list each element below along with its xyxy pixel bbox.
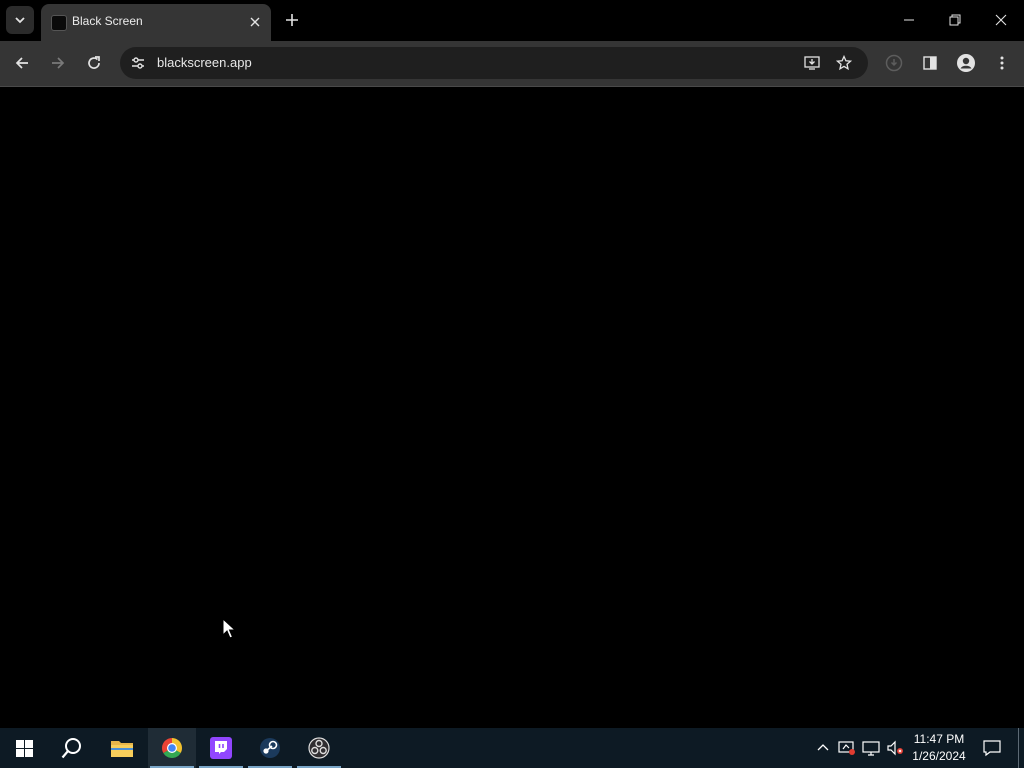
tray-network[interactable]: [860, 728, 882, 768]
start-button[interactable]: [0, 728, 48, 768]
site-info-button[interactable]: [128, 53, 148, 73]
search-icon: [61, 738, 81, 759]
chevron-down-icon: [15, 17, 25, 24]
windows-taskbar: 11:47 PM 1/26/2024: [0, 728, 1024, 768]
black-screen-page[interactable]: [0, 87, 1024, 728]
browser-toolbar: blackscreen.app: [0, 41, 1024, 86]
side-panel-button[interactable]: [916, 49, 944, 77]
taskbar-twitch[interactable]: [197, 728, 245, 768]
extension-icon: [885, 54, 903, 72]
tab-title: Black Screen: [72, 14, 143, 28]
tab-search-button[interactable]: [6, 6, 34, 34]
plus-icon: [286, 14, 298, 26]
tune-icon: [132, 57, 144, 69]
volume-muted-icon: [887, 740, 903, 756]
obs-icon: [308, 737, 330, 759]
profile-icon: [957, 54, 975, 72]
kebab-menu-icon: [1000, 56, 1004, 70]
network-icon: [862, 741, 880, 756]
twitch-icon: [210, 737, 232, 759]
tab-close-button[interactable]: [245, 12, 265, 32]
notification-icon: [983, 740, 1001, 757]
tab-black-screen[interactable]: Black Screen: [41, 4, 271, 41]
chevron-up-icon: [817, 744, 829, 751]
profile-button[interactable]: [952, 49, 980, 77]
taskbar-obs[interactable]: [295, 728, 343, 768]
back-button[interactable]: [8, 49, 36, 77]
clock-time: 11:47 PM: [913, 732, 965, 746]
arrow-right-icon: [52, 57, 65, 69]
browser-menu-button[interactable]: [988, 49, 1016, 77]
device-icon: [838, 741, 855, 755]
restore-button[interactable]: [932, 0, 978, 40]
tab-strip: Black Screen: [0, 0, 1024, 41]
taskbar-search-button[interactable]: [48, 728, 96, 768]
reload-button[interactable]: [80, 49, 108, 77]
new-tab-button[interactable]: [280, 8, 304, 32]
arrow-left-icon: [15, 57, 28, 69]
black-square-favicon: [51, 15, 67, 31]
tray-volume[interactable]: [884, 728, 906, 768]
side-panel-icon: [923, 56, 937, 70]
address-bar[interactable]: blackscreen.app: [120, 47, 868, 79]
minimize-button[interactable]: [886, 0, 932, 40]
mouse-cursor-icon: [222, 618, 236, 639]
taskbar-clock[interactable]: 11:47 PM 1/26/2024: [906, 731, 972, 765]
show-desktop-button[interactable]: [1018, 728, 1024, 768]
forward-button[interactable]: [44, 49, 72, 77]
install-app-icon: [804, 56, 820, 70]
restore-icon: [949, 14, 961, 26]
steam-icon: [260, 738, 280, 758]
minimize-icon: [904, 19, 914, 21]
bookmark-star-button[interactable]: [834, 53, 854, 73]
folder-icon: [111, 741, 133, 757]
taskbar-chrome[interactable]: [148, 728, 196, 768]
tray-device-status[interactable]: [836, 728, 858, 768]
windows-logo-icon: [15, 739, 33, 757]
url-text: blackscreen.app: [157, 55, 252, 70]
star-icon: [836, 55, 852, 71]
chrome-icon: [162, 738, 182, 758]
reload-icon: [88, 56, 100, 69]
taskbar-file-explorer[interactable]: [98, 728, 146, 768]
close-window-button[interactable]: [978, 0, 1024, 40]
action-center-button[interactable]: [978, 728, 1006, 768]
close-icon: [995, 14, 1007, 26]
clock-date: 1/26/2024: [912, 749, 966, 763]
install-app-button[interactable]: [802, 53, 822, 73]
close-icon: [250, 17, 260, 27]
extensions-button[interactable]: [880, 49, 908, 77]
taskbar-steam[interactable]: [246, 728, 294, 768]
show-hidden-icons-button[interactable]: [813, 728, 833, 768]
